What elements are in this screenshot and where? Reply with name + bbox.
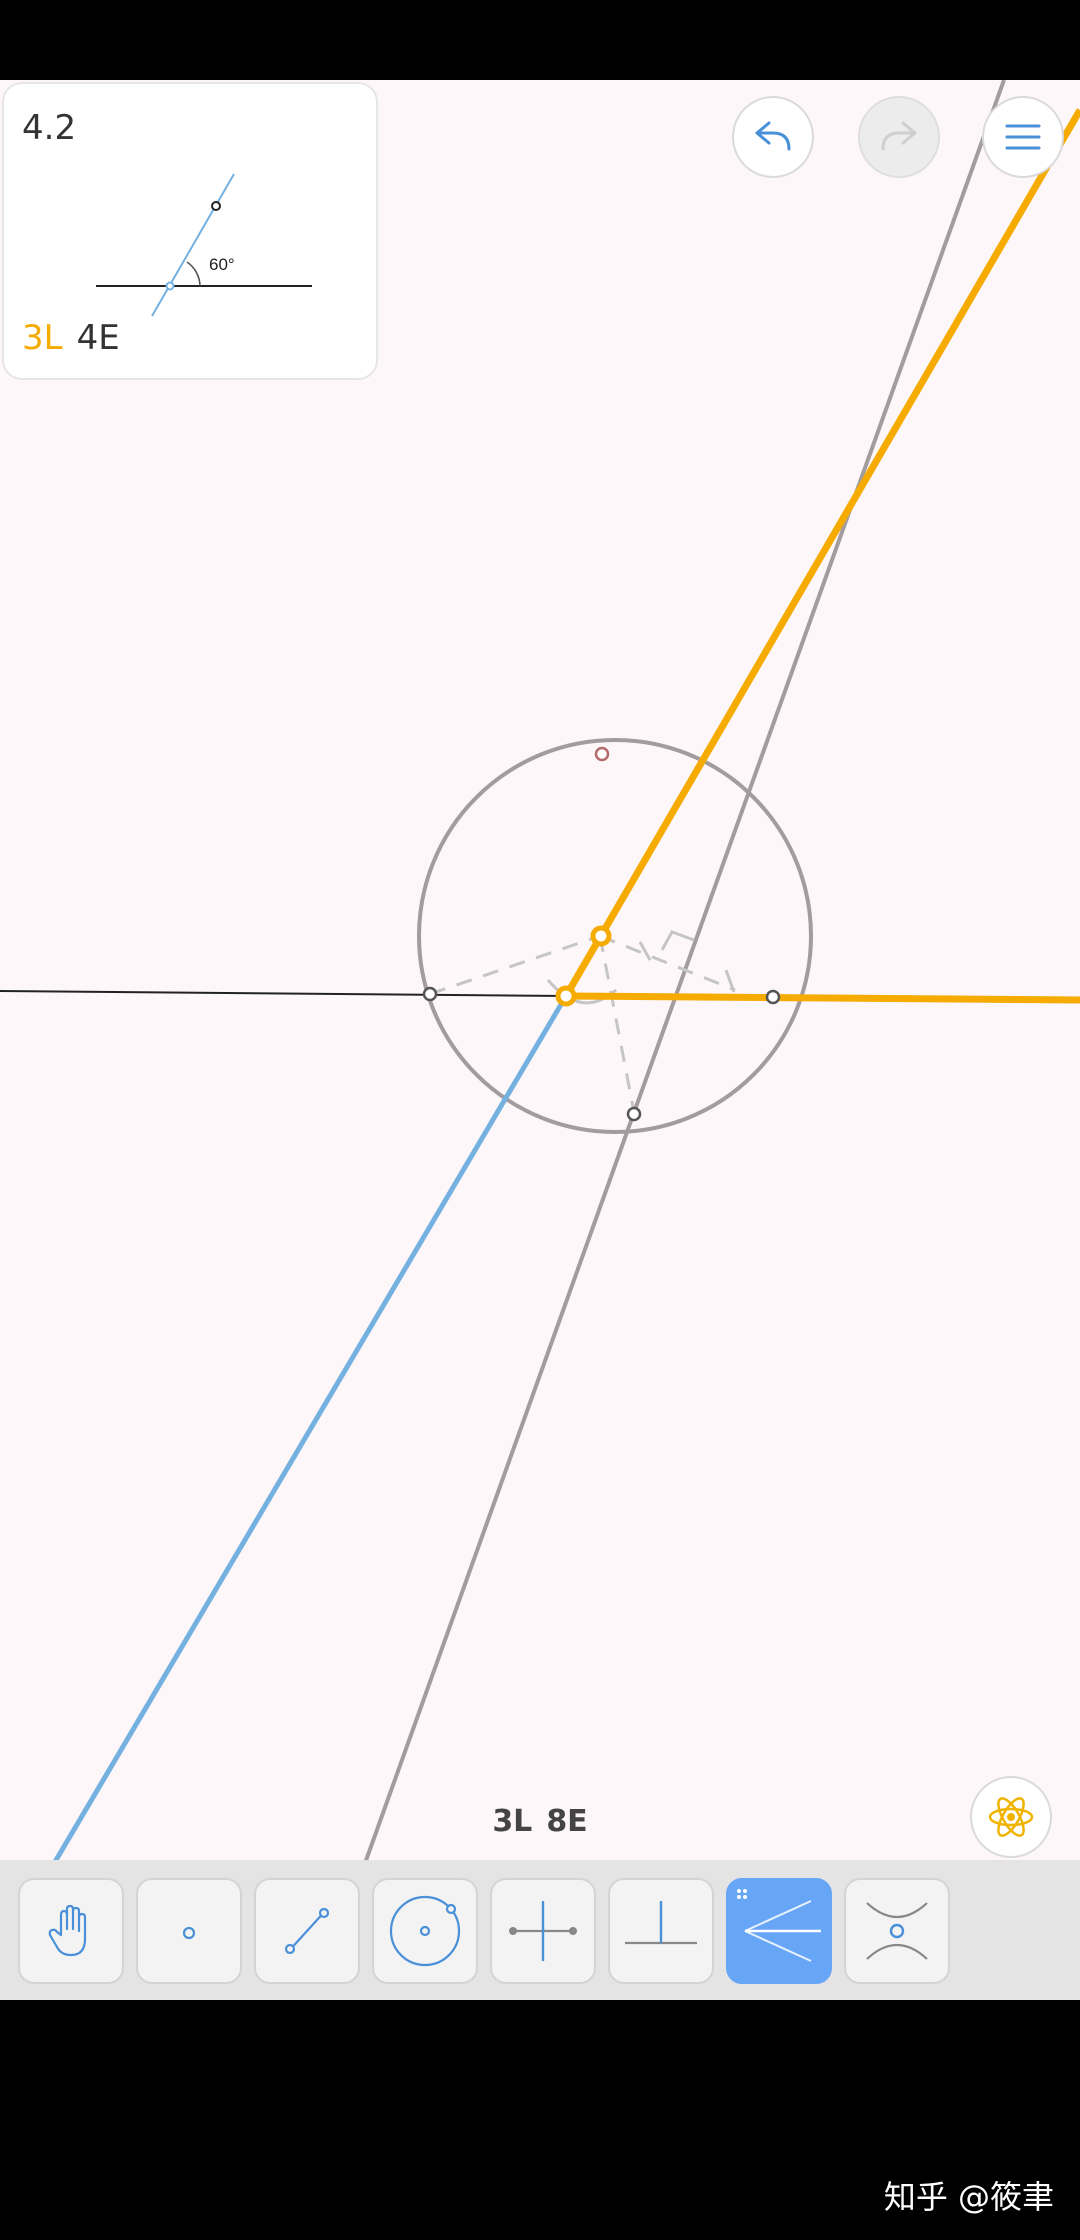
- hand-icon: [48, 1904, 87, 1957]
- answer-ray-horizontal: [565, 992, 1080, 1004]
- counter-elements: 8E: [546, 1804, 588, 1839]
- circle-tool[interactable]: [372, 1878, 478, 1984]
- construction-circle: [417, 738, 813, 1134]
- watermark: 知乎 @筱聿: [883, 2178, 1054, 2216]
- constructed-line: [314, 80, 1006, 2000]
- counter-lines: 3L: [492, 1804, 533, 1839]
- point-tool[interactable]: [136, 1878, 242, 1984]
- base-line: [0, 990, 567, 997]
- goal-lines: 3L: [22, 318, 63, 358]
- angle-bisector-tool[interactable]: [726, 1878, 832, 1984]
- menu-button[interactable]: [982, 96, 1064, 178]
- point-vertex: [555, 985, 577, 1007]
- point-circle-top: [594, 746, 610, 762]
- point-left-intersection: [422, 986, 438, 1002]
- hint-marks: [546, 930, 736, 1005]
- circle-icon: [389, 1895, 461, 1967]
- intersection-tool[interactable]: [844, 1878, 950, 1984]
- perpendicular-bisector-icon: [509, 1901, 577, 1961]
- move-tool[interactable]: [18, 1878, 124, 1984]
- answer-ray-60deg: [562, 108, 1080, 998]
- tool-bar: [0, 1860, 1080, 2000]
- intersection-icon: [866, 1902, 928, 1960]
- redo-arrow-icon: [881, 121, 917, 151]
- point-icon: [182, 1926, 196, 1940]
- goal-elements: 4E: [76, 318, 120, 358]
- perpendicular-tool[interactable]: [608, 1878, 714, 1984]
- line-icon: [284, 1907, 330, 1955]
- line-tool[interactable]: [254, 1878, 360, 1984]
- geometry-canvas[interactable]: 4.2 60° 3L 4E 3L 8E: [0, 80, 1080, 2000]
- perpendicular-bisector-tool[interactable]: [490, 1878, 596, 1984]
- angle-label: 60°: [209, 255, 235, 274]
- perpendicular-icon: [625, 1901, 697, 1945]
- angle-bisector-icon: [737, 1889, 821, 1962]
- move-counter: 3L 8E: [0, 1804, 1080, 1839]
- redo-button[interactable]: [858, 96, 940, 178]
- level-goal-card[interactable]: 4.2 60° 3L 4E: [2, 82, 378, 380]
- undo-button[interactable]: [732, 96, 814, 178]
- point-circle-center: [590, 925, 612, 947]
- point-right-intersection: [765, 989, 781, 1005]
- undo-arrow-icon: [755, 121, 791, 151]
- hamburger-menu-icon: [1005, 124, 1041, 150]
- point-bottom-intersection: [626, 1106, 642, 1122]
- goal-score: 3L 4E: [22, 318, 120, 358]
